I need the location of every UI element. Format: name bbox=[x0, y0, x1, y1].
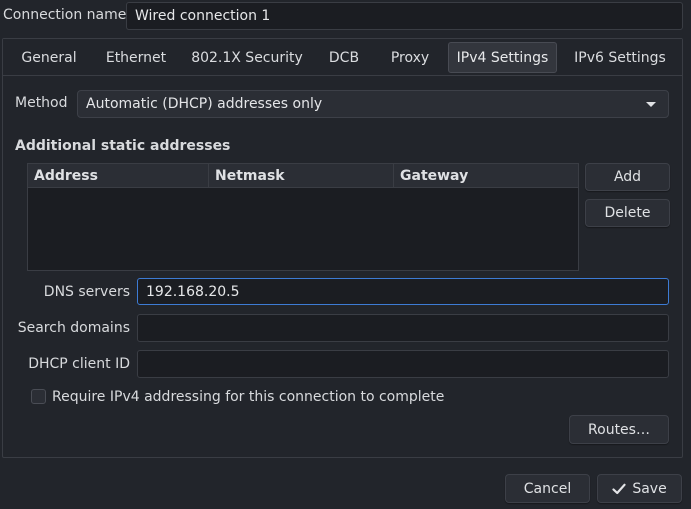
cancel-button[interactable]: Cancel bbox=[505, 474, 590, 503]
connection-name-label: Connection name bbox=[3, 7, 127, 23]
static-addresses-table[interactable]: Address Netmask Gateway bbox=[27, 163, 579, 271]
chevron-down-icon bbox=[646, 102, 656, 107]
dhcp-client-id-input[interactable] bbox=[137, 350, 669, 378]
dns-servers-value: 192.168.20.5 bbox=[146, 283, 240, 300]
method-dropdown[interactable]: Automatic (DHCP) addresses only bbox=[77, 90, 669, 118]
tab-ipv6-settings[interactable]: IPv6 Settings bbox=[567, 42, 673, 73]
tab-ipv4-settings[interactable]: IPv4 Settings bbox=[448, 42, 557, 73]
column-header-gateway[interactable]: Gateway bbox=[394, 164, 578, 188]
dns-servers-label: DNS servers bbox=[43, 284, 130, 300]
connection-name-input[interactable]: Wired connection 1 bbox=[126, 2, 683, 30]
checkmark-icon bbox=[612, 483, 626, 494]
tab-8021x-security[interactable]: 802.1X Security bbox=[188, 42, 306, 73]
connection-name-value: Wired connection 1 bbox=[135, 8, 271, 24]
save-button[interactable]: Save bbox=[597, 474, 682, 503]
routes-button[interactable]: Routes… bbox=[569, 415, 669, 444]
require-ipv4-checkbox[interactable] bbox=[31, 389, 46, 404]
tab-dcb[interactable]: DCB bbox=[318, 42, 370, 73]
delete-address-button[interactable]: Delete bbox=[585, 199, 670, 227]
tab-ethernet[interactable]: Ethernet bbox=[97, 42, 175, 73]
search-domains-label: Search domains bbox=[17, 320, 130, 336]
add-address-button[interactable]: Add bbox=[585, 163, 670, 191]
column-header-address[interactable]: Address bbox=[28, 164, 209, 188]
table-header: Address Netmask Gateway bbox=[28, 164, 578, 188]
dhcp-client-id-label: DHCP client ID bbox=[28, 356, 130, 372]
column-header-netmask[interactable]: Netmask bbox=[209, 164, 394, 188]
tab-proxy[interactable]: Proxy bbox=[382, 42, 438, 73]
static-addresses-heading: Additional static addresses bbox=[15, 138, 231, 154]
method-label: Method bbox=[15, 95, 68, 111]
dns-servers-input[interactable]: 192.168.20.5 bbox=[137, 278, 669, 305]
require-ipv4-label[interactable]: Require IPv4 addressing for this connect… bbox=[52, 389, 444, 405]
search-domains-input[interactable] bbox=[137, 314, 669, 342]
method-selected-value: Automatic (DHCP) addresses only bbox=[86, 96, 323, 112]
tab-general[interactable]: General bbox=[13, 42, 85, 73]
